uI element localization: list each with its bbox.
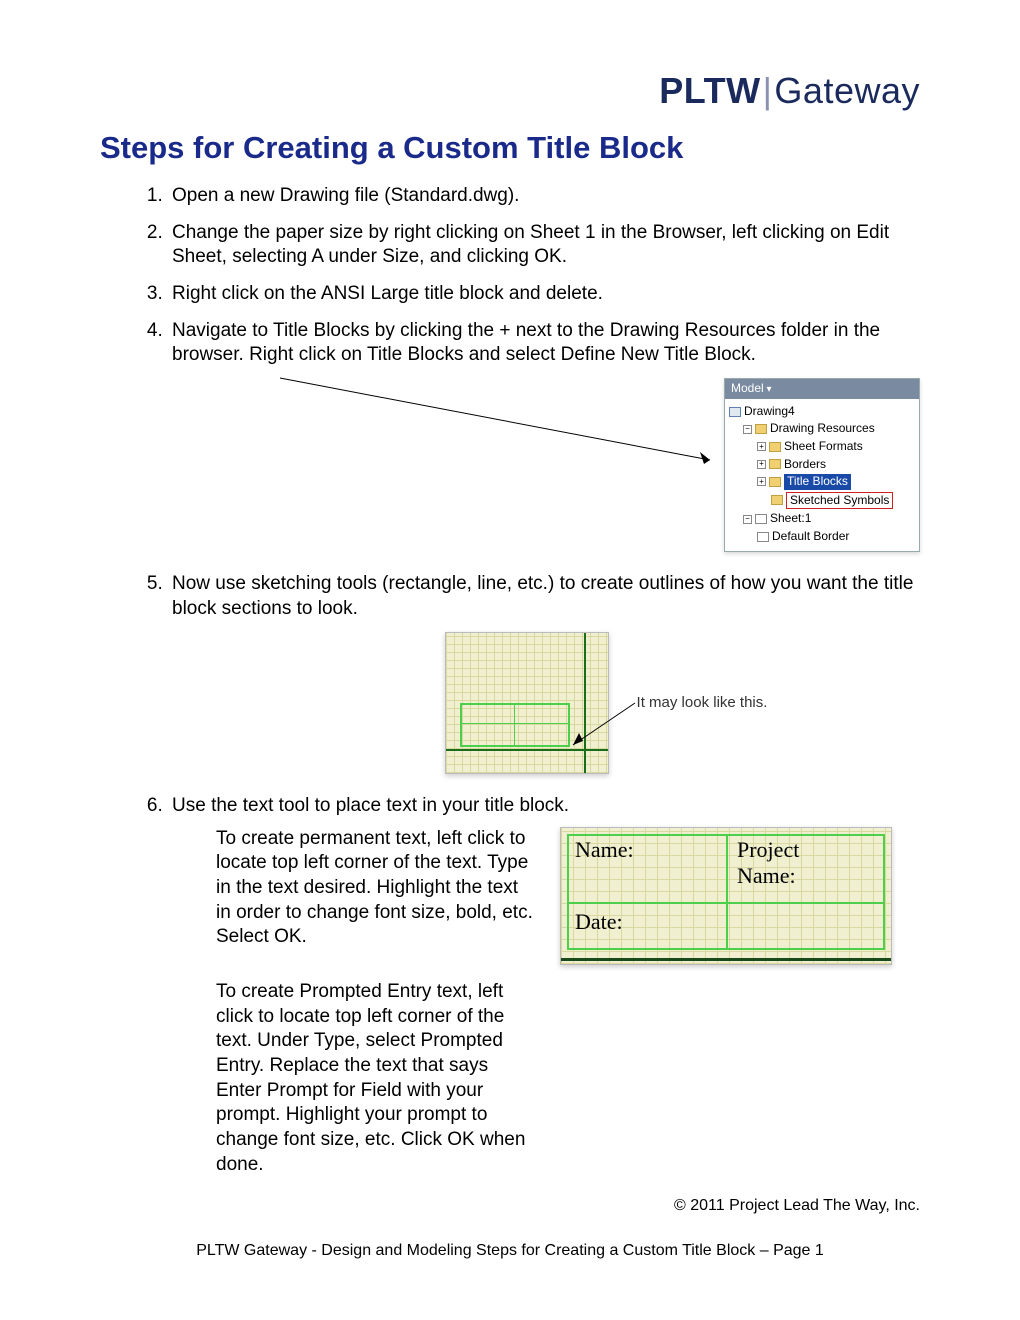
- collapse-icon[interactable]: −: [743, 425, 752, 434]
- expand-icon[interactable]: +: [757, 442, 766, 451]
- step-4: Navigate to Title Blocks by clicking the…: [168, 319, 920, 553]
- step-6: Use the text tool to place text in your …: [168, 794, 920, 1208]
- copyright-text: © 2011 Project Lead The Way, Inc.: [674, 1197, 920, 1215]
- sheet-icon: [755, 514, 767, 524]
- arrow-icon: [567, 701, 637, 751]
- step-6-text: Use the text tool to place text in your …: [172, 795, 569, 816]
- folder-icon: [755, 424, 767, 434]
- footer-text: PLTW Gateway - Design and Modeling Steps…: [100, 1242, 920, 1260]
- tree-label-selected: Title Blocks: [784, 474, 851, 490]
- step-1: Open a new Drawing file (Standard.dwg).: [168, 184, 920, 209]
- page-title: Steps for Creating a Custom Title Block: [100, 130, 920, 166]
- tb-label-project2: Name:: [737, 862, 796, 891]
- tb-label-name: Name:: [575, 836, 634, 865]
- tree-node-sheet-formats[interactable]: + Sheet Formats: [729, 438, 915, 456]
- title-block-preview: Name: Project Name: Date:: [560, 827, 892, 965]
- step-5: Now use sketching tools (rectangle, line…: [168, 572, 920, 773]
- tree-node-title-blocks[interactable]: + Title Blocks: [729, 473, 915, 491]
- folder-icon: [769, 442, 781, 452]
- step-5-text: Now use sketching tools (rectangle, line…: [172, 573, 913, 619]
- step-2: Change the paper size by right clicking …: [168, 221, 920, 270]
- step-6-paragraphs: To create permanent text, left click to …: [216, 827, 536, 1208]
- sketch-box-outer: [460, 703, 570, 747]
- tree-label: Sheet Formats: [784, 439, 863, 455]
- steps-list: Open a new Drawing file (Standard.dwg). …: [100, 184, 920, 1207]
- tb-base-line: [561, 958, 891, 961]
- figure-sketch: It may look like this.: [292, 632, 920, 774]
- sketch-box-vdiv: [514, 703, 515, 747]
- tree-title[interactable]: Model: [725, 379, 919, 399]
- expand-icon[interactable]: +: [757, 460, 766, 469]
- tb-label-date: Date:: [575, 908, 623, 937]
- folder-icon: [769, 477, 781, 487]
- step-3: Right click on the ANSI Large title bloc…: [168, 282, 920, 307]
- tree-node-default-border[interactable]: Default Border: [729, 528, 915, 546]
- step-6-content: To create permanent text, left click to …: [172, 827, 920, 1208]
- step-6-p1: To create permanent text, left click to …: [216, 827, 536, 950]
- step-6-p2: To create Prompted Entry text, left clic…: [216, 980, 536, 1178]
- sketch-box-mid: [460, 723, 570, 724]
- brand-divider-icon: |: [763, 70, 773, 111]
- tb-label-project1: Project: [737, 836, 799, 865]
- tree-label: Sheet:1: [770, 511, 811, 527]
- caption-text: It may look like this.: [637, 694, 768, 711]
- drawing-icon: [729, 407, 741, 417]
- folder-icon: [769, 459, 781, 469]
- browser-tree-panel: Model Drawing4 − Drawing Resources + Sheet…: [724, 378, 920, 552]
- brand-right: Gateway: [774, 70, 920, 111]
- figure-caption: It may look like this.: [637, 693, 768, 713]
- tree-node-borders[interactable]: + Borders: [729, 456, 915, 474]
- figure-tree-panel: Model Drawing4 − Drawing Resources + Sheet…: [172, 378, 920, 552]
- brand-left: PLTW: [659, 70, 760, 111]
- brand-logo: PLTW|Gateway: [100, 70, 920, 112]
- tree-node-sheet1[interactable]: − Sheet:1: [729, 510, 915, 528]
- arrow-icon: [280, 378, 720, 478]
- tb-horizontal-divider: [567, 902, 885, 904]
- tree-label: Drawing4: [744, 404, 795, 420]
- expand-icon[interactable]: +: [757, 477, 766, 486]
- folder-icon: [771, 495, 783, 505]
- tb-vertical-divider: [726, 834, 728, 950]
- tree-label: Borders: [784, 457, 826, 473]
- tree-label: Default Border: [772, 529, 849, 545]
- tree-node-drawing[interactable]: Drawing4: [729, 403, 915, 421]
- step-4-text: Navigate to Title Blocks by clicking the…: [172, 320, 880, 366]
- tree-node-sketched-symbols[interactable]: Sketched Symbols: [729, 491, 915, 511]
- collapse-icon[interactable]: −: [743, 515, 752, 524]
- tree-label: Drawing Resources: [770, 421, 875, 437]
- tree-node-resources[interactable]: − Drawing Resources: [729, 420, 915, 438]
- border-icon: [757, 532, 769, 542]
- tree-label-highlighted: Sketched Symbols: [786, 492, 893, 510]
